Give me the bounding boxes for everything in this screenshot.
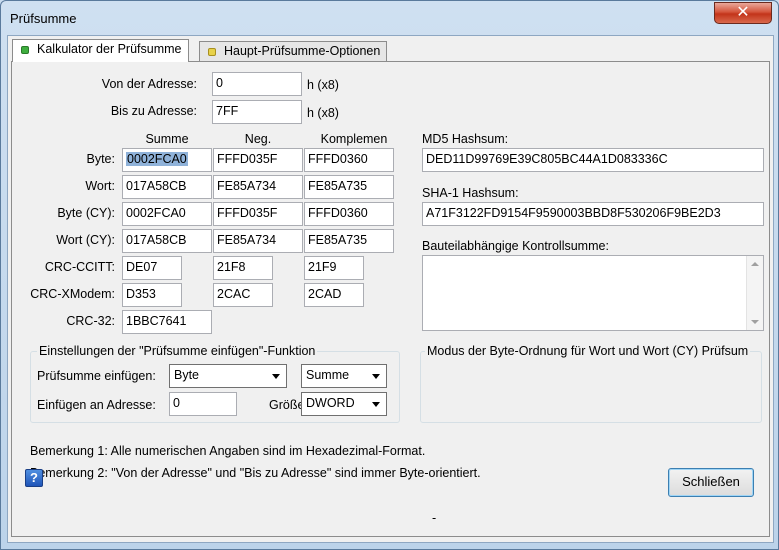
sha1-label: SHA-1 Hashsum:: [422, 186, 519, 200]
chevron-down-icon: [372, 374, 380, 379]
word-cy-neg-field[interactable]: FE85A734: [213, 229, 303, 253]
crc-ccitt-neg-field[interactable]: 21F8: [213, 256, 273, 280]
row-label-word: Wort:: [85, 179, 115, 193]
row-label-word-cy: Wort (CY):: [56, 233, 115, 247]
row-label-crc-xmodem: CRC-XModem:: [30, 287, 115, 301]
dialog-client-area: Kalkulator der Prüfsumme Haupt-Prüfsumme…: [7, 35, 774, 543]
from-address-label: Von der Adresse:: [101, 77, 197, 91]
from-address-unit: h (x8): [307, 78, 339, 92]
scroll-up-icon[interactable]: [751, 262, 759, 266]
to-address-unit: h (x8): [307, 106, 339, 120]
crc-32-field[interactable]: 1BBC7641: [122, 310, 212, 334]
crc-ccitt-complement-field[interactable]: 21F9: [304, 256, 364, 280]
help-icon[interactable]: ?: [25, 469, 43, 487]
insert-type-dropdown[interactable]: Byte: [169, 364, 287, 388]
tab-label: Haupt-Prüfsumme-Optionen: [224, 44, 381, 58]
chevron-down-icon: [272, 374, 280, 379]
vertical-scrollbar[interactable]: [746, 256, 763, 330]
crc-xmodem-neg-field[interactable]: 2CAC: [213, 283, 273, 307]
size-value: DWORD: [306, 396, 355, 410]
to-address-input[interactable]: 7FF: [212, 100, 302, 124]
column-header-neg: Neg.: [244, 132, 272, 146]
md5-field[interactable]: DED11D99769E39C805BC44A1D083336C: [422, 148, 764, 172]
note-2: Bemerkung 2: "Von der Adresse" und "Bis …: [30, 466, 481, 480]
note-1: Bemerkung 1: Alle numerischen Angaben si…: [30, 444, 426, 458]
byte-cy-complement-field[interactable]: FFFD0360: [304, 202, 394, 226]
insert-kind-dropdown[interactable]: Summe: [301, 364, 387, 388]
byte-order-group: Modus der Byte-Ordnung für Wort und Wort…: [420, 344, 762, 423]
scroll-down-icon[interactable]: [751, 320, 759, 324]
column-header-complement: Komplemen: [320, 132, 388, 146]
size-dropdown[interactable]: DWORD: [301, 392, 387, 416]
byte-sum-value: 0002FCA0: [126, 152, 188, 166]
insert-address-label: Einfügen an Adresse:: [37, 398, 156, 412]
word-sum-field[interactable]: 017A58CB: [122, 175, 212, 199]
insert-address-input[interactable]: 0: [169, 392, 237, 416]
insert-type-value: Byte: [174, 368, 200, 382]
byte-sum-field[interactable]: 0002FCA0: [122, 148, 212, 172]
window-close-button[interactable]: ✕: [714, 2, 772, 24]
crc-xmodem-complement-field[interactable]: 2CAD: [304, 283, 364, 307]
from-address-input[interactable]: 0: [212, 72, 302, 96]
checksum-calculator-panel: Von der Adresse: 0 h (x8) Bis zu Adresse…: [11, 61, 770, 537]
row-label-byte: Byte:: [86, 152, 116, 166]
green-square-icon: [21, 46, 29, 54]
crc-ccitt-sum-field[interactable]: DE07: [122, 256, 182, 280]
to-address-label: Bis zu Adresse:: [110, 104, 197, 118]
byte-complement-field[interactable]: FFFD0360: [304, 148, 394, 172]
device-checksum-textarea[interactable]: [422, 255, 764, 331]
word-complement-field[interactable]: FE85A735: [304, 175, 394, 199]
center-mark: -: [432, 511, 437, 525]
byte-cy-neg-field[interactable]: FFFD035F: [213, 202, 303, 226]
word-cy-complement-field[interactable]: FE85A735: [304, 229, 394, 253]
word-neg-field[interactable]: FE85A734: [213, 175, 303, 199]
insert-checksum-label: Prüfsumme einfügen:: [37, 369, 156, 383]
tab-checksum-calculator[interactable]: Kalkulator der Prüfsumme: [12, 39, 189, 62]
crc-xmodem-sum-field[interactable]: D353: [122, 283, 182, 307]
md5-label: MD5 Hashsum:: [422, 132, 509, 146]
row-label-crc-ccitt: CRC-CCITT:: [44, 260, 115, 274]
byte-order-legend: Modus der Byte-Ordnung für Wort und Wort…: [425, 344, 751, 358]
close-button[interactable]: Schließen: [668, 468, 754, 497]
tab-label: Kalkulator der Prüfsumme: [37, 42, 182, 56]
insert-kind-value: Summe: [306, 368, 350, 382]
checksum-dialog: Prüfsumme ✕ Kalkulator der Prüfsumme Hau…: [0, 0, 779, 550]
title-bar: Prüfsumme ✕: [1, 1, 778, 35]
chevron-down-icon: [372, 402, 380, 407]
row-label-byte-cy: Byte (CY):: [57, 206, 115, 220]
window-title: Prüfsumme: [10, 11, 77, 26]
yellow-square-icon: [208, 48, 216, 56]
tab-main-checksum-options[interactable]: Haupt-Prüfsumme-Optionen: [199, 41, 388, 61]
row-label-crc-32: CRC-32:: [66, 314, 115, 328]
column-header-sum: Summe: [145, 132, 189, 146]
word-cy-sum-field[interactable]: 017A58CB: [122, 229, 212, 253]
sha1-field[interactable]: A71F3122FD9154F9590003BBD8F530206F9BE2D3: [422, 202, 764, 226]
insert-checksum-settings-group: Einstellungen der "Prüfsumme einfügen"-F…: [30, 344, 400, 423]
insert-settings-legend: Einstellungen der "Prüfsumme einfügen"-F…: [37, 344, 318, 358]
byte-cy-sum-field[interactable]: 0002FCA0: [122, 202, 212, 226]
byte-neg-field[interactable]: FFFD035F: [213, 148, 303, 172]
device-checksum-label: Bauteilabhängige Kontrollsumme:: [422, 239, 609, 253]
